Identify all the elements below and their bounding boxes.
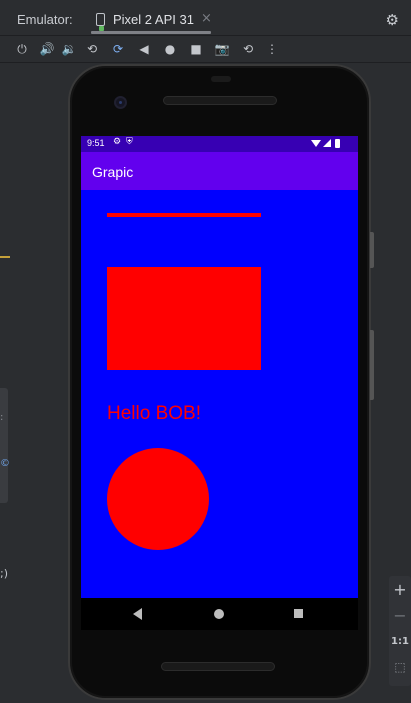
active-tab-indicator xyxy=(91,31,211,34)
zoom-controls: + − 1:1 ⬚ xyxy=(389,576,411,686)
volume-up-icon[interactable]: 🔊 xyxy=(39,41,55,57)
left-code-glyph: ;) xyxy=(0,567,8,580)
volume-side-button[interactable] xyxy=(370,330,374,400)
close-tab-icon[interactable]: × xyxy=(201,11,212,26)
status-time: 9:51 xyxy=(87,138,105,148)
rotate-left-icon[interactable]: ⟲ xyxy=(84,41,100,57)
red-line-shape xyxy=(107,213,261,217)
nav-back-icon[interactable] xyxy=(133,608,142,620)
phone-sensor xyxy=(211,76,231,82)
zoom-actual-size-button[interactable]: 1:1 xyxy=(389,631,411,653)
zoom-out-button[interactable]: − xyxy=(389,605,411,627)
device-screen[interactable]: 9:51 ⚙ ⛨ Grapic Hello BOB! xyxy=(81,136,358,598)
android-status-bar: 9:51 ⚙ ⛨ xyxy=(81,136,358,152)
wifi-icon xyxy=(311,140,321,147)
back-icon[interactable]: ◀ xyxy=(136,41,152,57)
nav-recents-icon[interactable] xyxy=(294,609,303,618)
tab-label: Pixel 2 API 31 xyxy=(113,12,194,27)
zoom-in-button[interactable]: + xyxy=(389,579,411,601)
device-tab[interactable]: Pixel 2 API 31 × xyxy=(87,0,219,36)
volume-down-icon[interactable]: 🔉 xyxy=(61,41,77,57)
rotate-right-icon[interactable]: ⟳ xyxy=(110,41,126,57)
left-marker xyxy=(0,256,10,258)
emulator-header: Emulator: Pixel 2 API 31 × ⚙ xyxy=(0,0,411,36)
phone-bottom-speaker xyxy=(161,662,275,671)
phone-icon xyxy=(96,13,105,31)
android-nav-bar xyxy=(81,598,358,630)
greeting-text: Hello BOB! xyxy=(107,403,201,424)
battery-icon xyxy=(335,139,340,148)
red-circle-shape xyxy=(107,448,209,550)
more-icon[interactable]: ⋮ xyxy=(264,41,280,57)
app-title: Grapic xyxy=(92,164,134,180)
shield-icon: ⛨ xyxy=(126,137,133,147)
toolbar-divider xyxy=(0,62,411,63)
signal-icon xyxy=(323,139,331,147)
panel-label: Emulator: xyxy=(17,12,73,27)
nav-home-icon[interactable] xyxy=(214,609,224,619)
app-bar: Grapic xyxy=(81,152,358,190)
front-camera xyxy=(114,96,127,109)
power-side-button[interactable] xyxy=(370,232,374,268)
gear-icon[interactable]: ⚙ xyxy=(386,11,399,29)
screenshot-icon[interactable]: 📷 xyxy=(214,41,230,57)
snapshot-icon[interactable]: ⟲ xyxy=(240,41,256,57)
red-rectangle-shape xyxy=(107,267,261,370)
power-icon[interactable]: ⏻ xyxy=(14,41,30,57)
emulator-window: Emulator: Pixel 2 API 31 × ⚙ ⏻ 🔊 🔉 ⟲ ⟳ ◀… xyxy=(0,0,411,703)
left-side-panel xyxy=(0,63,8,703)
settings-notification-icon: ⚙ xyxy=(113,137,122,147)
phone-earpiece xyxy=(163,96,277,105)
zoom-fit-button[interactable]: ⬚ xyxy=(389,656,411,678)
left-tool-icon[interactable]: © xyxy=(0,458,10,469)
left-collapsed-panel[interactable] xyxy=(0,388,8,503)
home-icon[interactable]: ● xyxy=(162,41,178,57)
emulator-toolbar: ⏻ 🔊 🔉 ⟲ ⟳ ◀ ● ■ 📷 ⟲ ⋮ xyxy=(0,37,411,61)
overview-icon[interactable]: ■ xyxy=(188,41,204,57)
left-panel-glyph: : xyxy=(0,412,4,423)
